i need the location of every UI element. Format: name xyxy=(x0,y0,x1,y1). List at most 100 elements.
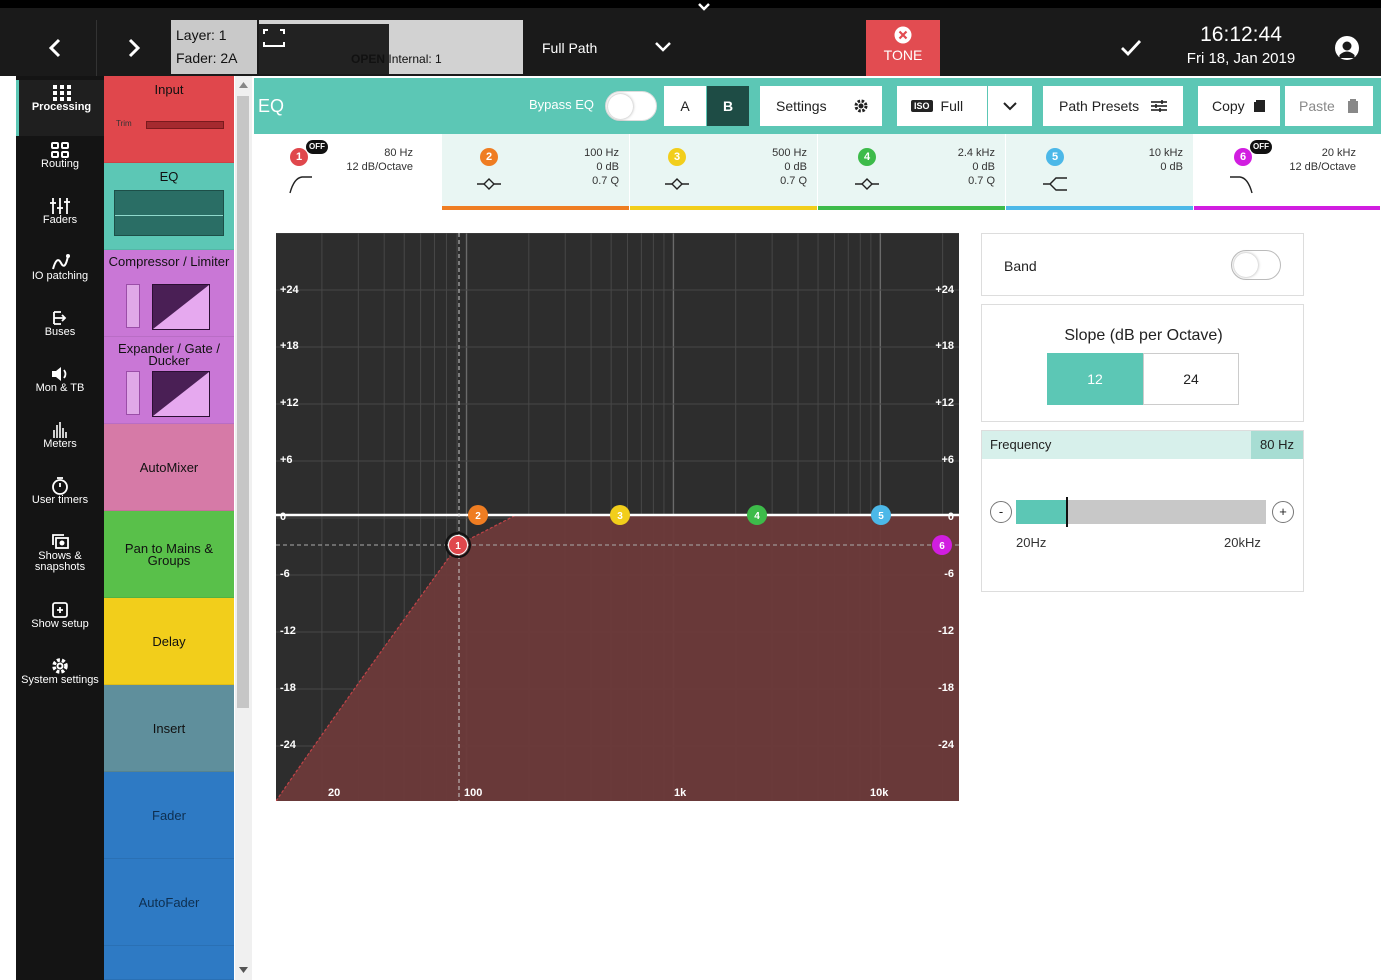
speaker-icon xyxy=(52,367,67,381)
view-mode-button[interactable]: ISO Full xyxy=(897,86,987,126)
collapse-chevron-icon[interactable] xyxy=(696,2,712,12)
sidebar-item-io-patching[interactable]: IO patching xyxy=(16,249,104,305)
strip-block-expander[interactable]: Expander / Gate / Ducker xyxy=(104,337,234,424)
x-tick-label: 1k xyxy=(674,787,687,799)
sidebar-item-routing[interactable]: Routing xyxy=(16,137,104,193)
scroll-up-arrow-icon[interactable] xyxy=(239,82,248,88)
frequency-slider-thumb[interactable] xyxy=(1066,497,1068,527)
band-color-bar xyxy=(1194,206,1380,210)
top-notch xyxy=(0,0,1381,11)
band-tab-4[interactable]: 4 2.4 kHz 0 dB 0.7 Q xyxy=(818,134,1006,210)
back-button[interactable] xyxy=(16,20,96,76)
band-tab-1[interactable]: 1 OFF 80 Hz 12 dB/Octave xyxy=(254,134,442,210)
paste-button[interactable]: Paste xyxy=(1285,86,1373,126)
ab-button-b[interactable]: B xyxy=(707,86,749,126)
strip-block-autofader[interactable]: AutoFader xyxy=(104,859,234,946)
trim-label: Trim xyxy=(116,119,132,128)
settings-button[interactable]: Settings xyxy=(760,86,882,126)
slope-option-24[interactable]: 24 xyxy=(1143,353,1239,405)
strip-block-fader[interactable]: Fader xyxy=(104,772,234,859)
settings-label: Settings xyxy=(776,98,827,114)
strip-block-automixer[interactable]: AutoMixer xyxy=(104,424,234,511)
sidebar-item-meters[interactable]: Meters xyxy=(16,417,104,473)
input-source-box[interactable]: OPEN Internal: 1 xyxy=(259,20,523,74)
band-info: 20 kHz 12 dB/Octave xyxy=(1289,146,1356,174)
copy-button[interactable]: Copy xyxy=(1198,86,1280,126)
band-enable-panel: Band xyxy=(981,233,1304,296)
sidebar-item-user-timers[interactable]: User timers xyxy=(16,473,104,529)
band-toggle[interactable] xyxy=(1231,250,1281,280)
band-tab-3[interactable]: 3 500 Hz 0 dB 0.7 Q xyxy=(630,134,818,210)
user-button[interactable] xyxy=(1312,20,1381,76)
band-handle-label: 6 xyxy=(939,541,945,552)
band-tab-5[interactable]: 5 10 kHz 0 dB xyxy=(1006,134,1194,210)
strip-label-automixer: AutoMixer xyxy=(139,460,199,475)
sidebar-item-faders[interactable]: Faders xyxy=(16,193,104,249)
sidebar-item-show-setup[interactable]: Show setup xyxy=(16,597,104,653)
sidebar-item-processing[interactable]: Processing xyxy=(16,80,104,136)
strip-scroll-thumb[interactable] xyxy=(237,96,249,708)
strip-block-insert[interactable]: Insert xyxy=(104,685,234,772)
tone-button[interactable]: TONE xyxy=(866,20,940,76)
paste-icon xyxy=(1348,99,1358,113)
band-handle-4[interactable]: 4 xyxy=(747,505,767,525)
band-handle-2[interactable]: 2 xyxy=(468,505,488,525)
band-tab-6[interactable]: 6 OFF 20 kHz 12 dB/Octave xyxy=(1194,134,1381,210)
frequency-slider[interactable] xyxy=(1016,497,1266,527)
off-badge: OFF xyxy=(306,140,328,154)
eq-graph[interactable]: +24 +18 +12 +6 0 -6 -12 -18 -24 +24 +18 … xyxy=(276,233,959,801)
open-label: OPEN xyxy=(351,52,386,66)
path-presets-button[interactable]: Path Presets xyxy=(1043,86,1183,126)
band-q: 0.7 Q xyxy=(592,175,619,187)
y-tick-label: -12 xyxy=(280,625,296,637)
frequency-increment-button[interactable]: + xyxy=(1272,501,1294,523)
frequency-slider-fill xyxy=(1016,500,1066,524)
strip-block-eq[interactable]: EQ xyxy=(104,163,234,250)
confirm-button[interactable] xyxy=(1096,20,1166,76)
band-q: 0.7 Q xyxy=(780,175,807,187)
band-gain: 0 dB xyxy=(1160,161,1183,173)
strip-block-input[interactable]: Input Trim xyxy=(104,76,234,163)
sidebar-item-system-settings[interactable]: System settings xyxy=(16,653,104,709)
bypass-toggle[interactable] xyxy=(605,91,657,121)
strip-block-pan[interactable]: Pan to Mains & Groups xyxy=(104,511,234,598)
band-number: 4 xyxy=(858,148,876,166)
strip-block-next[interactable] xyxy=(104,946,234,980)
input-source-text: OPEN Internal: 1 xyxy=(351,52,442,66)
band-info: 100 Hz 0 dB 0.7 Q xyxy=(584,146,619,188)
strip-block-delay[interactable]: Delay xyxy=(104,598,234,685)
sidebar-label: System settings xyxy=(21,674,99,686)
scroll-down-arrow-icon[interactable] xyxy=(239,967,248,973)
band-info: 80 Hz 12 dB/Octave xyxy=(346,146,413,174)
band-handle-label: 5 xyxy=(878,511,884,522)
frequency-decrement-button[interactable]: - xyxy=(990,501,1012,523)
view-mode-dropdown[interactable] xyxy=(988,86,1032,126)
strip-label-compressor: Compressor / Limiter xyxy=(108,254,230,269)
band-freq: 2.4 kHz xyxy=(957,147,995,159)
iso-badge: ISO xyxy=(911,100,933,112)
layer-fader-indicator[interactable]: Layer: 1 Fader: 2A xyxy=(171,20,257,74)
forward-button[interactable] xyxy=(97,20,169,76)
band-handle-3[interactable]: 3 xyxy=(610,505,630,525)
sidebar-item-mon-tb[interactable]: Mon & TB xyxy=(16,361,104,417)
band-tab-2[interactable]: 2 100 Hz 0 dB 0.7 Q xyxy=(442,134,630,210)
ab-button-a[interactable]: A xyxy=(664,86,706,126)
close-circle-icon xyxy=(894,26,912,44)
slope-option-12[interactable]: 12 xyxy=(1047,353,1143,405)
y-tick-label: 0 xyxy=(280,511,286,523)
path-mode-dropdown[interactable]: Full Path xyxy=(530,20,686,76)
bus-icon xyxy=(53,311,67,325)
band-handle-5[interactable]: 5 xyxy=(871,505,891,525)
snapshot-icon xyxy=(52,534,69,549)
top-bar: Layer: 1 Fader: 2A OPEN Internal: 1 Full… xyxy=(0,0,1381,76)
band-handle-6[interactable]: 6 xyxy=(932,535,952,555)
eq-title: EQ xyxy=(258,96,285,116)
bell-icon xyxy=(855,178,879,190)
sidebar-item-buses[interactable]: Buses xyxy=(16,305,104,361)
x-tick-label: 100 xyxy=(464,787,482,799)
sidebar-item-shows-snapshots[interactable]: Shows & snapshots xyxy=(16,529,104,585)
path-presets-label: Path Presets xyxy=(1059,98,1140,114)
strip-block-compressor[interactable]: Compressor / Limiter xyxy=(104,250,234,337)
checkmark-icon xyxy=(1121,40,1142,57)
band-handle-1[interactable]: 1 xyxy=(445,532,471,558)
